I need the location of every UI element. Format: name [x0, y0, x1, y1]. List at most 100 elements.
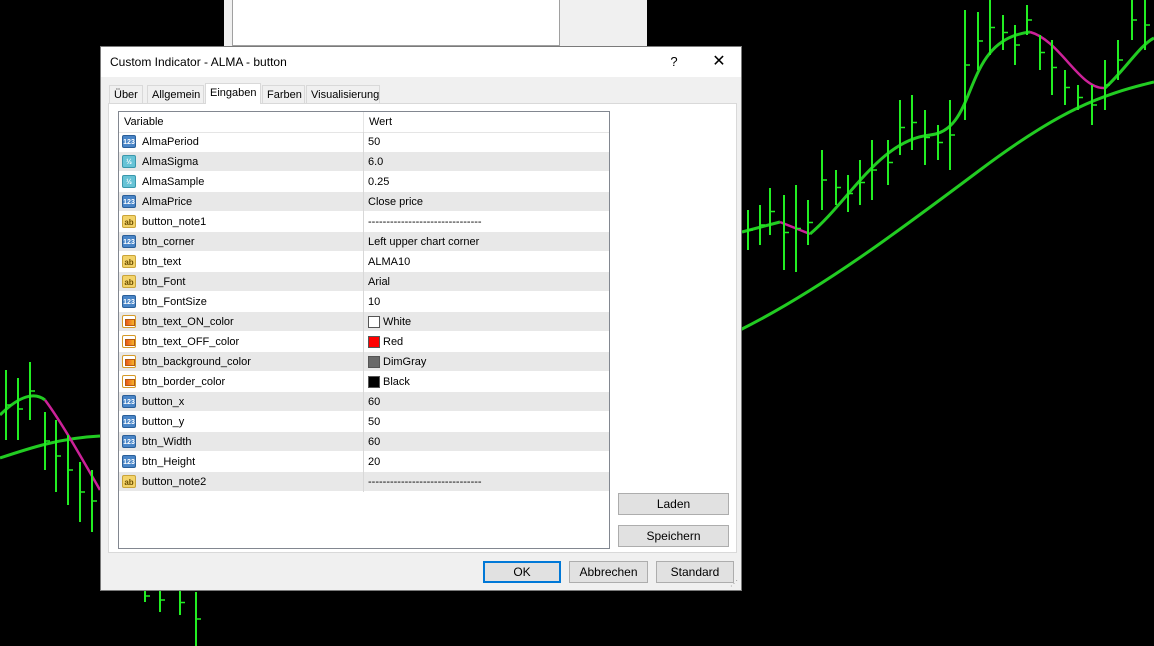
variable-cell[interactable]: 123 AlmaPeriod	[119, 132, 364, 152]
variable-value: 10	[368, 296, 381, 308]
color-type-icon	[122, 355, 136, 368]
value-cell[interactable]: 0.25	[364, 172, 609, 192]
value-cell[interactable]: 60	[364, 432, 609, 452]
value-cell[interactable]: 20	[364, 452, 609, 472]
resize-grip-icon[interactable]: ⋰	[730, 579, 740, 589]
variable-cell[interactable]: ab btn_Font	[119, 272, 364, 292]
variable-cell[interactable]: 123 AlmaPrice	[119, 192, 364, 212]
variable-cell[interactable]: 123 button_y	[119, 412, 364, 432]
column-header-value[interactable]: Wert	[364, 112, 609, 132]
value-cell[interactable]: 60	[364, 392, 609, 412]
table-row[interactable]: 123 button_x 60	[119, 392, 609, 412]
integer-type-icon: 123	[122, 455, 136, 468]
table-row[interactable]: 123 button_y 50	[119, 412, 609, 432]
inputs-table: Variable Wert 123 AlmaPeriod 50 ½ AlmaSigma 6…	[118, 111, 610, 549]
variable-cell[interactable]: btn_text_OFF_color	[119, 332, 364, 352]
table-header: Variable Wert	[119, 112, 609, 133]
value-cell[interactable]: Red	[364, 332, 609, 352]
value-cell[interactable]: -------------------------------	[364, 472, 609, 492]
variable-name: btn_corner	[142, 236, 195, 248]
variable-cell[interactable]: ½ AlmaSigma	[119, 152, 364, 172]
close-icon[interactable]: ✕	[699, 50, 739, 74]
save-button[interactable]: Speichern	[618, 525, 729, 547]
variable-name: AlmaPeriod	[142, 136, 199, 148]
string-type-icon: ab	[122, 255, 136, 268]
variable-cell[interactable]: 123 btn_Height	[119, 452, 364, 472]
dialog-title: Custom Indicator - ALMA - button	[110, 55, 287, 69]
table-row[interactable]: ab btn_text ALMA10	[119, 252, 609, 272]
ok-button[interactable]: OK	[483, 561, 561, 583]
value-cell[interactable]: Arial	[364, 272, 609, 292]
help-button[interactable]: ?	[656, 50, 692, 74]
table-row[interactable]: 123 btn_Height 20	[119, 452, 609, 472]
variable-cell[interactable]: ½ AlmaSample	[119, 172, 364, 192]
table-row[interactable]: ab button_note2 --------------------------…	[119, 472, 609, 492]
table-row[interactable]: ab btn_Font Arial	[119, 272, 609, 292]
table-row[interactable]: ab button_note1 --------------------------…	[119, 212, 609, 232]
variable-cell[interactable]: btn_border_color	[119, 372, 364, 392]
variable-value: 20	[368, 456, 381, 468]
variable-value: DimGray	[383, 356, 427, 368]
tab-eingaben[interactable]: Eingaben	[205, 83, 261, 104]
table-row[interactable]: btn_border_color Black	[119, 372, 609, 392]
table-row[interactable]: btn_background_color DimGray	[119, 352, 609, 372]
tab-allgemein[interactable]: Allgemein	[147, 85, 204, 103]
value-cell[interactable]: ALMA10	[364, 252, 609, 272]
variable-name: AlmaPrice	[142, 196, 193, 208]
cancel-button[interactable]: Abbrechen	[569, 561, 648, 583]
value-cell[interactable]: DimGray	[364, 352, 609, 372]
value-cell[interactable]: White	[364, 312, 609, 332]
variable-cell[interactable]: 123 btn_corner	[119, 232, 364, 252]
variable-cell[interactable]: 123 btn_FontSize	[119, 292, 364, 312]
value-cell[interactable]: Black	[364, 372, 609, 392]
variable-cell[interactable]: ab button_note2	[119, 472, 364, 492]
variable-cell[interactable]: btn_background_color	[119, 352, 364, 372]
integer-type-icon: 123	[122, 415, 136, 428]
tab-visualisierung[interactable]: Visualisierung	[306, 85, 380, 103]
variable-cell[interactable]: ab btn_text	[119, 252, 364, 272]
color-swatch	[368, 376, 380, 388]
table-row[interactable]: 123 btn_Width 60	[119, 432, 609, 452]
table-row[interactable]: 123 AlmaPeriod 50	[119, 132, 609, 152]
tab-ueber[interactable]: Über	[109, 85, 143, 103]
value-cell[interactable]: -------------------------------	[364, 212, 609, 232]
table-body: 123 AlmaPeriod 50 ½ AlmaSigma 6.0 ½ AlmaSample 0…	[119, 132, 609, 492]
value-cell[interactable]: 6.0	[364, 152, 609, 172]
variable-name: btn_text_OFF_color	[142, 336, 240, 348]
table-row[interactable]: ½ AlmaSample 0.25	[119, 172, 609, 192]
value-cell[interactable]: 50	[364, 132, 609, 152]
color-type-icon	[122, 375, 136, 388]
title-bar[interactable]: Custom Indicator - ALMA - button ? ✕	[101, 47, 741, 77]
color-type-icon	[122, 315, 136, 328]
slow-ma-line-left	[0, 434, 101, 460]
variable-name: btn_Width	[142, 436, 192, 448]
variable-cell[interactable]: btn_text_ON_color	[119, 312, 364, 332]
variable-name: btn_FontSize	[142, 296, 207, 308]
column-header-variable[interactable]: Variable	[119, 112, 364, 132]
string-type-icon: ab	[122, 215, 136, 228]
value-cell[interactable]: 50	[364, 412, 609, 432]
background-window-pane	[232, 0, 560, 46]
variable-cell[interactable]: 123 button_x	[119, 392, 364, 412]
table-row[interactable]: 123 btn_FontSize 10	[119, 292, 609, 312]
table-row[interactable]: ½ AlmaSigma 6.0	[119, 152, 609, 172]
value-cell[interactable]: Left upper chart corner	[364, 232, 609, 252]
fast-ma-line-2	[809, 30, 1031, 236]
variable-value: White	[383, 316, 412, 328]
color-swatch	[368, 316, 380, 328]
variable-name: button_y	[142, 416, 185, 428]
variable-cell[interactable]: ab button_note1	[119, 212, 364, 232]
tab-farben[interactable]: Farben	[262, 85, 305, 103]
table-row[interactable]: 123 btn_corner Left upper chart corner	[119, 232, 609, 252]
load-button[interactable]: Laden	[618, 493, 729, 515]
reset-button[interactable]: Standard	[656, 561, 734, 583]
variable-cell[interactable]: 123 btn_Width	[119, 432, 364, 452]
variable-value: 60	[368, 436, 381, 448]
table-row[interactable]: 123 AlmaPrice Close price	[119, 192, 609, 212]
double-type-icon: ½	[122, 175, 136, 188]
integer-type-icon: 123	[122, 295, 136, 308]
value-cell[interactable]: 10	[364, 292, 609, 312]
table-row[interactable]: btn_text_ON_color White	[119, 312, 609, 332]
value-cell[interactable]: Close price	[364, 192, 609, 212]
table-row[interactable]: btn_text_OFF_color Red	[119, 332, 609, 352]
